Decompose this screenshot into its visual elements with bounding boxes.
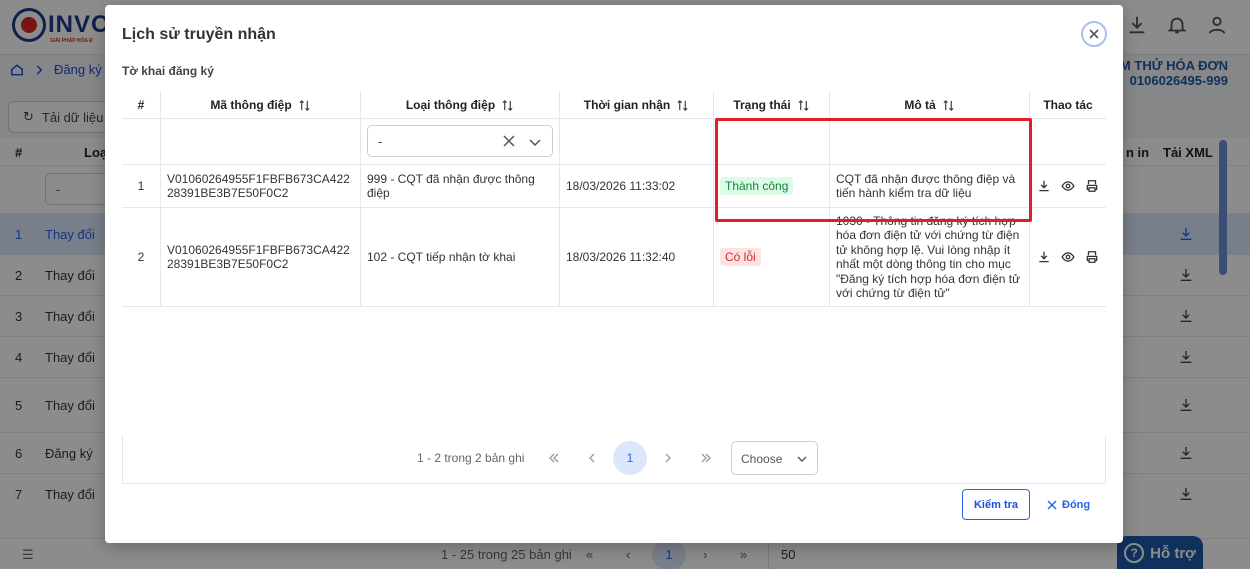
message-type: 102 - CQT tiếp nhận tờ khai bbox=[361, 208, 560, 306]
description: CQT đã nhận được thông điệp và tiến hành… bbox=[830, 165, 1030, 207]
close-icon bbox=[1089, 29, 1099, 39]
message-type: 999 - CQT đã nhận được thông điệp bbox=[361, 165, 560, 207]
message-type-select[interactable]: - bbox=[367, 125, 553, 157]
section-label: Tờ khai đăng ký bbox=[122, 64, 214, 78]
view-icon[interactable] bbox=[1061, 250, 1075, 264]
row-actions bbox=[1030, 208, 1106, 306]
current-page[interactable]: 1 bbox=[613, 441, 647, 475]
clear-icon[interactable] bbox=[502, 134, 516, 148]
print-icon[interactable] bbox=[1085, 179, 1099, 193]
row-index: 2 bbox=[122, 208, 161, 306]
column-actions: Thao tác bbox=[1043, 98, 1093, 112]
sort-icon[interactable] bbox=[298, 99, 311, 112]
column-received-time[interactable]: Thời gian nhận bbox=[560, 91, 714, 119]
status-badge: Thành công bbox=[720, 176, 794, 196]
check-button[interactable]: Kiểm tra bbox=[962, 489, 1030, 520]
table-row[interactable]: 1 V01060264955F1FBFB673CA42228391BE3B7E5… bbox=[122, 165, 1106, 208]
close-button[interactable]: Đóng bbox=[1047, 489, 1090, 520]
chevron-down-icon[interactable] bbox=[528, 135, 542, 149]
history-table: # Mã thông điệp Loại thông điệp Thời gia… bbox=[122, 91, 1106, 436]
status-badge: Có lỗi bbox=[720, 247, 761, 267]
message-id: V01060264955F1FBFB673CA42228391BE3B7E50F… bbox=[161, 165, 361, 207]
first-page-icon[interactable] bbox=[545, 449, 563, 467]
sort-icon[interactable] bbox=[501, 99, 514, 112]
sort-icon[interactable] bbox=[797, 99, 810, 112]
column-message-type[interactable]: Loại thông điệp bbox=[361, 91, 560, 119]
print-icon[interactable] bbox=[1085, 250, 1099, 264]
table-row[interactable]: 2 V01060264955F1FBFB673CA42228391BE3B7E5… bbox=[122, 208, 1106, 307]
view-icon[interactable] bbox=[1061, 179, 1075, 193]
download-icon[interactable] bbox=[1037, 179, 1051, 193]
last-page-icon[interactable] bbox=[697, 449, 715, 467]
column-status[interactable]: Trạng thái bbox=[714, 91, 830, 119]
sort-icon[interactable] bbox=[676, 99, 689, 112]
filter-row: - bbox=[122, 119, 1106, 165]
sort-icon[interactable] bbox=[942, 99, 955, 112]
column-index: # bbox=[122, 91, 161, 119]
description: 1030 - Thông tin đăng ký tích hợp hóa đơ… bbox=[830, 208, 1030, 306]
page-size-select[interactable]: Choose bbox=[731, 441, 818, 475]
modal-title: Lịch sử truyền nhận bbox=[122, 26, 276, 43]
page-size-placeholder: Choose bbox=[741, 452, 783, 466]
close-icon bbox=[1047, 500, 1057, 509]
modal-pager: 1 - 2 trong 2 bản ghi 1 Choose bbox=[122, 435, 1106, 484]
column-message-id[interactable]: Mã thông điệp bbox=[161, 91, 361, 119]
history-modal: Lịch sử truyền nhận Tờ khai đăng ký # Mã… bbox=[105, 5, 1123, 543]
column-description[interactable]: Mô tả bbox=[830, 91, 1030, 119]
close-button-label: Đóng bbox=[1062, 498, 1091, 511]
pager-info: 1 - 2 trong 2 bản ghi bbox=[417, 451, 525, 465]
download-icon[interactable] bbox=[1037, 250, 1051, 264]
table-header: # Mã thông điệp Loại thông điệp Thời gia… bbox=[122, 91, 1106, 119]
prev-page-icon[interactable] bbox=[583, 449, 601, 467]
chevron-down-icon bbox=[797, 456, 807, 462]
select-value: - bbox=[378, 133, 383, 149]
row-actions bbox=[1030, 165, 1106, 207]
received-time: 18/03/2026 11:32:40 bbox=[560, 208, 714, 306]
row-index: 1 bbox=[122, 165, 161, 207]
modal-close-button[interactable] bbox=[1081, 21, 1107, 47]
next-page-icon[interactable] bbox=[659, 449, 677, 467]
received-time: 18/03/2026 11:33:02 bbox=[560, 165, 714, 207]
message-id: V01060264955F1FBFB673CA42228391BE3B7E50F… bbox=[161, 208, 361, 306]
